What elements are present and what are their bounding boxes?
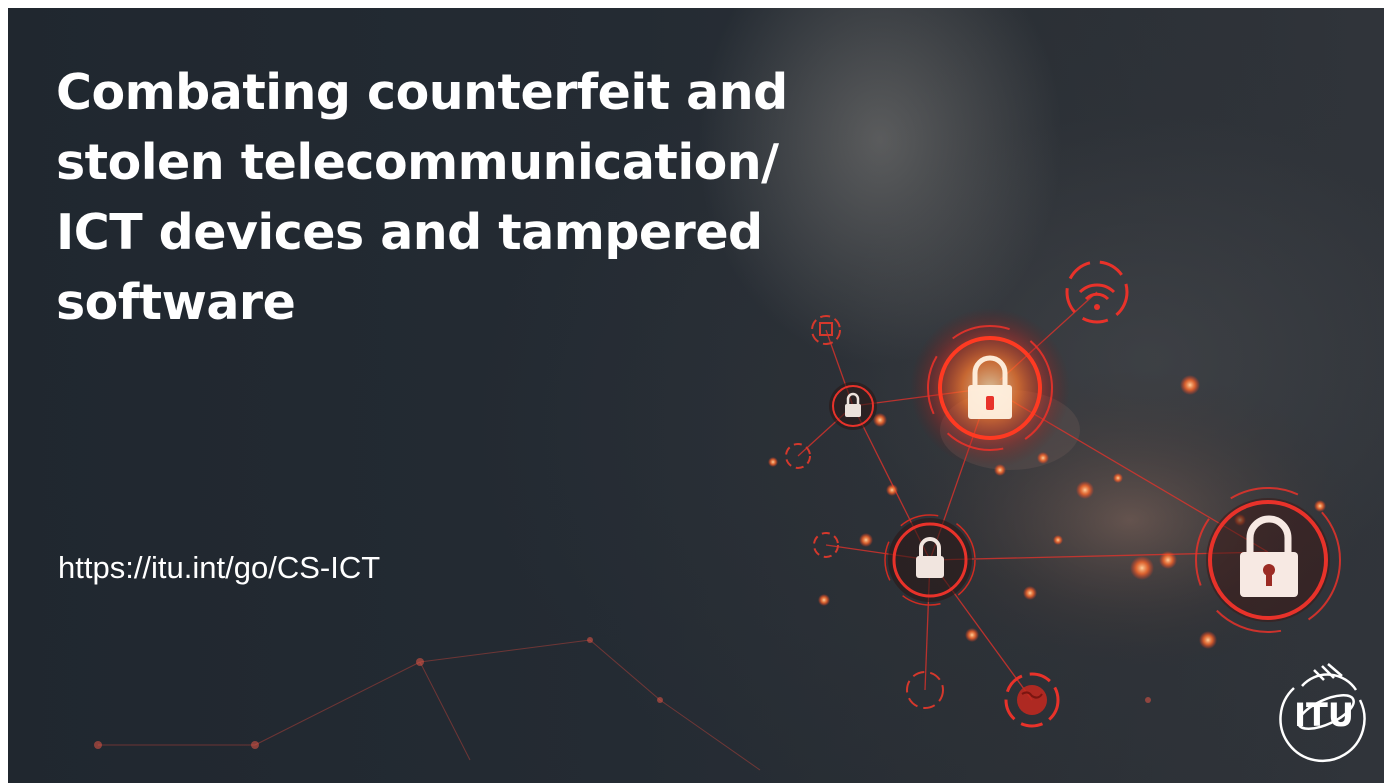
padlock-icon	[884, 514, 976, 606]
padlock-icon	[910, 308, 1070, 468]
title-line: software	[56, 274, 296, 331]
slide-frame-left	[0, 0, 8, 783]
title-line: Combating counterfeit and	[56, 64, 788, 121]
itu-logo-text: ITU	[1294, 696, 1354, 734]
padlock-icon	[829, 382, 877, 430]
itu-logo: ITU	[1279, 663, 1366, 763]
globe-icon	[1004, 672, 1060, 728]
slide: Combating counterfeit and stolen telecom…	[0, 0, 1384, 783]
title-line: ICT devices and tampered	[56, 204, 763, 261]
slide-title: Combating counterfeit and stolen telecom…	[56, 58, 856, 338]
title-line: stolen telecommunication/	[56, 134, 779, 191]
info-link[interactable]: https://itu.int/go/CS-ICT	[58, 548, 380, 588]
slide-frame-top	[0, 0, 1384, 8]
